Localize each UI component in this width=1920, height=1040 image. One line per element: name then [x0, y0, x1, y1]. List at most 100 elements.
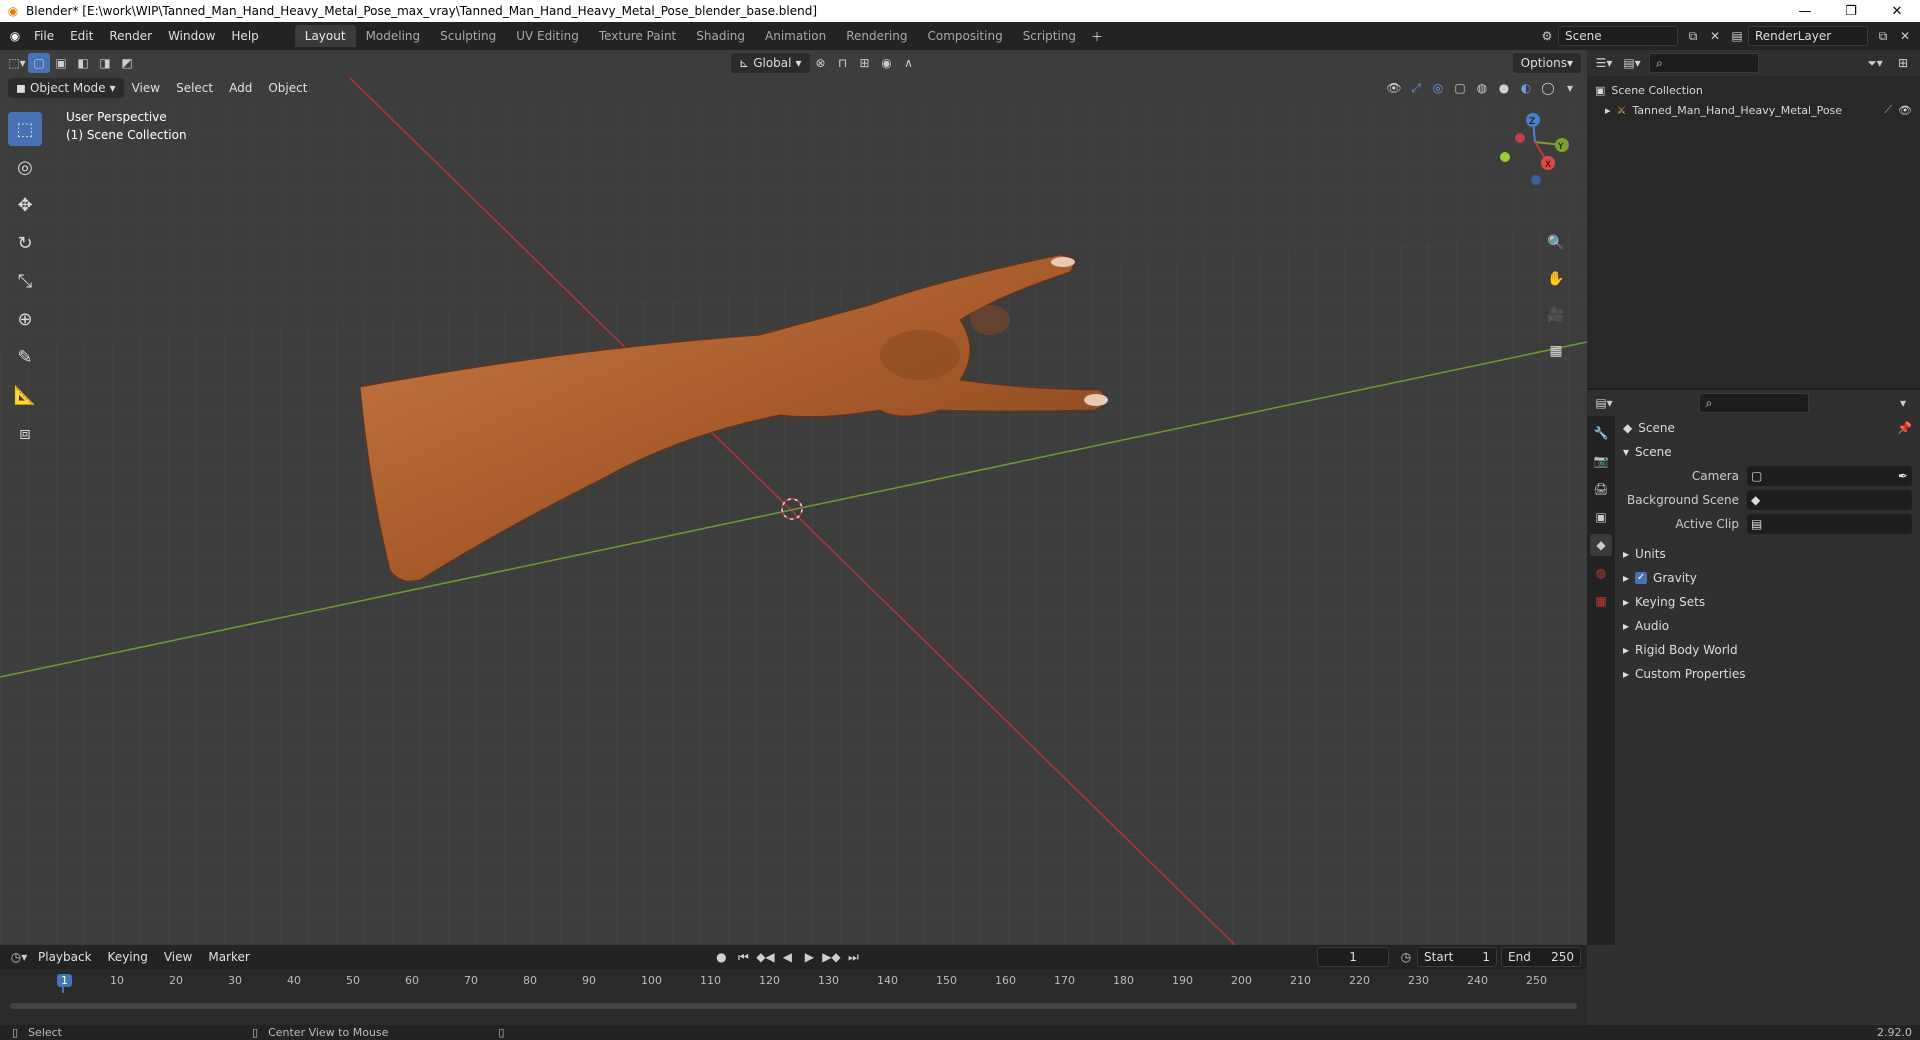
pin-icon[interactable]: 📌 — [1897, 421, 1912, 435]
new-collection-icon[interactable]: ⊞ — [1892, 53, 1914, 73]
audio-section[interactable]: ▸ Audio — [1623, 614, 1912, 638]
keying-sets-section[interactable]: ▸ Keying Sets — [1623, 590, 1912, 614]
scene-selector-icon[interactable]: ⚙ — [1536, 26, 1558, 46]
transform-orientation-dropdown[interactable]: ⊾ Global ▾ — [731, 53, 810, 73]
menu-edit[interactable]: Edit — [62, 29, 101, 43]
tab-modeling[interactable]: Modeling — [356, 25, 431, 47]
properties-search-input[interactable]: ⌕ — [1698, 393, 1809, 413]
select-box-mode-icon[interactable]: ▢ — [28, 53, 50, 73]
display-mode-icon[interactable]: ▤▾ — [1621, 53, 1643, 73]
selection-mode-extend-icon[interactable]: ◧ — [72, 53, 94, 73]
world-tab-icon[interactable]: ◍ — [1590, 562, 1612, 584]
jump-end-icon[interactable]: ⏭ — [842, 947, 864, 967]
tab-texture-paint[interactable]: Texture Paint — [589, 25, 686, 47]
output-tab-icon[interactable]: 🖨 — [1590, 478, 1612, 500]
custom-properties-section[interactable]: ▸ Custom Properties — [1623, 662, 1912, 686]
render-layer-field[interactable]: RenderLayer — [1748, 26, 1868, 46]
select-box-tool-icon[interactable]: ⬚ — [8, 112, 42, 146]
timeline-track[interactable] — [0, 993, 1587, 1025]
annotate-tool-icon[interactable]: ✎ — [8, 340, 42, 374]
properties-editor-type-icon[interactable]: ▤▾ — [1593, 393, 1615, 413]
scene-field[interactable]: Scene — [1558, 26, 1678, 46]
proportional-edit-icon[interactable]: ◉ — [876, 53, 898, 73]
visibility-icon[interactable]: 👁 — [1383, 78, 1405, 98]
timeline-menu-keying[interactable]: Keying — [100, 950, 156, 964]
cursor-tool-icon[interactable]: ◎ — [8, 150, 42, 184]
viewport-menu-select[interactable]: Select — [168, 81, 221, 95]
pivot-point-icon[interactable]: ⊗ — [810, 53, 832, 73]
restore-button[interactable]: ❐ — [1828, 0, 1874, 22]
menu-render[interactable]: Render — [101, 29, 160, 43]
falloff-icon[interactable]: ∧ — [898, 53, 920, 73]
gizmo-toggle-icon[interactable]: ⤢ — [1405, 78, 1427, 98]
current-frame-field[interactable]: 1 — [1317, 947, 1390, 967]
prev-keyframe-icon[interactable]: ◆◀ — [754, 947, 776, 967]
scene-section-header[interactable]: ▾ Scene — [1623, 440, 1912, 464]
menu-file[interactable]: File — [26, 29, 62, 43]
viewport-menu-view[interactable]: View — [124, 81, 168, 95]
selection-mode-subtract-icon[interactable]: ◨ — [94, 53, 116, 73]
record-icon[interactable]: ● — [710, 947, 732, 967]
filter-icon[interactable]: ⏷▾ — [1864, 53, 1886, 73]
gravity-section[interactable]: ▸ ✓ Gravity — [1623, 566, 1912, 590]
xray-toggle-icon[interactable]: ▢ — [1449, 78, 1471, 98]
3d-viewport[interactable]: Z Y X ⬚▾ ▢ ▣ ◧ ◨ ◩ ⊾ Global ▾ ⊗ ⊓ ⊞ ◉ ∧ Op… — [0, 50, 1587, 945]
timeline-menu-marker[interactable]: Marker — [200, 950, 257, 964]
play-reverse-icon[interactable]: ◀ — [776, 947, 798, 967]
new-scene-icon[interactable]: ⧉ — [1682, 26, 1704, 46]
selection-mode-intersect-icon[interactable]: ◩ — [116, 53, 138, 73]
tool-tab-icon[interactable]: 🔧 — [1590, 422, 1612, 444]
start-frame-field[interactable]: Start 1 — [1417, 947, 1498, 967]
tab-uv-editing[interactable]: UV Editing — [506, 25, 589, 47]
mode-dropdown[interactable]: ◼ Object Mode ▾ — [8, 78, 124, 98]
shading-options-icon[interactable]: ▾ — [1559, 78, 1581, 98]
tab-animation[interactable]: Animation — [755, 25, 836, 47]
menu-help[interactable]: Help — [223, 29, 266, 43]
tab-scripting[interactable]: Scripting — [1013, 25, 1086, 47]
close-button[interactable]: ✕ — [1874, 0, 1920, 22]
overlay-toggle-icon[interactable]: ◎ — [1427, 78, 1449, 98]
eyedropper-icon[interactable]: ✒ — [1898, 469, 1908, 483]
eye-icon[interactable]: 👁 — [1898, 104, 1912, 117]
rigid-body-world-section[interactable]: ▸ Rigid Body World — [1623, 638, 1912, 662]
timeline-editor-type-icon[interactable]: ◷▾ — [8, 947, 30, 967]
pan-hand-icon[interactable]: ✋ — [1543, 266, 1569, 292]
editor-type-icon[interactable]: ⬚▾ — [6, 53, 28, 73]
ortho-toggle-icon[interactable]: ▦ — [1543, 338, 1569, 364]
texture-tab-icon[interactable]: ▦ — [1590, 590, 1612, 612]
background-scene-field[interactable]: ◆ — [1747, 490, 1912, 510]
delete-layer-icon[interactable]: ✕ — [1894, 26, 1916, 46]
render-tab-icon[interactable]: 📷 — [1590, 450, 1612, 472]
units-section[interactable]: ▸ Units — [1623, 542, 1912, 566]
options-dropdown[interactable]: Options ▾ — [1512, 53, 1581, 73]
timeline-menu-playback[interactable]: Playback — [30, 950, 100, 964]
material-shading-icon[interactable]: ◐ — [1515, 78, 1537, 98]
viewport-menu-object[interactable]: Object — [260, 81, 315, 95]
end-frame-field[interactable]: End 250 — [1501, 947, 1582, 967]
tab-layout[interactable]: Layout — [294, 25, 356, 47]
camera-field[interactable]: ▢ ✒ — [1747, 466, 1912, 486]
jump-start-icon[interactable]: ⏮ — [732, 947, 754, 967]
menu-window[interactable]: Window — [160, 29, 223, 43]
rendered-shading-icon[interactable]: ◯ — [1537, 78, 1559, 98]
minimize-button[interactable]: — — [1782, 0, 1828, 22]
timeline-scrollbar[interactable] — [10, 1003, 1577, 1009]
preview-range-icon[interactable]: ◷ — [1395, 947, 1417, 967]
outliner-search-input[interactable]: ⌕ — [1649, 53, 1759, 73]
viewport-menu-add[interactable]: Add — [221, 81, 260, 95]
add-workspace-icon[interactable]: ＋ — [1086, 26, 1108, 46]
rotate-tool-icon[interactable]: ↻ — [8, 226, 42, 260]
properties-options-icon[interactable]: ▾ — [1892, 393, 1914, 413]
delete-scene-icon[interactable]: ✕ — [1704, 26, 1726, 46]
timeline-ruler[interactable]: 1 10 20 30 40 50 60 70 80 90 100 110 120 130 140 150 160… — [0, 969, 1587, 1025]
blender-menu-icon[interactable]: ◉ — [4, 26, 26, 46]
new-layer-icon[interactable]: ⧉ — [1872, 26, 1894, 46]
scale-tool-icon[interactable]: ⤡ — [8, 264, 42, 298]
tab-compositing[interactable]: Compositing — [917, 25, 1012, 47]
timeline-menu-view[interactable]: View — [156, 950, 200, 964]
add-cube-tool-icon[interactable]: ⧈ — [8, 416, 42, 450]
view-layer-icon[interactable]: ▤ — [1726, 26, 1748, 46]
zoom-icon[interactable]: 🔍 — [1543, 230, 1569, 256]
measure-tool-icon[interactable]: 📐 — [8, 378, 42, 412]
camera-view-icon[interactable]: 🎥 — [1543, 302, 1569, 328]
